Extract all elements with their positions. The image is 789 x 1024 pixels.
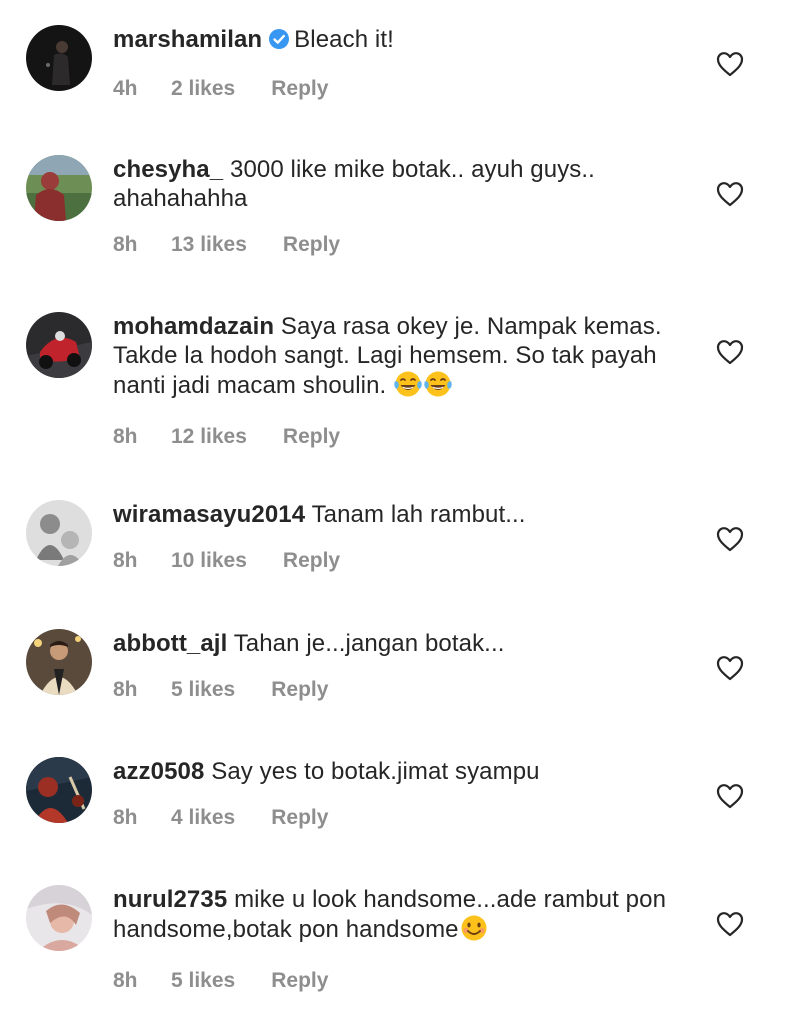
likes-count[interactable]: 2 likes: [171, 77, 235, 101]
comment-text: Tanam lah rambut...: [311, 501, 526, 528]
heart-icon[interactable]: [716, 911, 744, 937]
comment-list: marshamilan Bleach it! 4h 2 likes Reply che…: [0, 0, 789, 1024]
avatar[interactable]: [26, 885, 92, 951]
comment-username[interactable]: chesyha_: [113, 156, 223, 183]
comment-time: 4h: [113, 77, 138, 100]
comment-meta: 8h 12 likes Reply: [113, 425, 693, 451]
verified-badge-icon: [268, 28, 290, 57]
comment-meta: 8h 5 likes Reply: [113, 678, 693, 704]
comment-time: 8h: [113, 806, 138, 829]
comment-meta: 8h 4 likes Reply: [113, 806, 693, 832]
likes-count[interactable]: 12 likes: [171, 425, 247, 449]
comment-username[interactable]: nurul2735: [113, 886, 227, 913]
heart-icon[interactable]: [716, 339, 744, 365]
reply-button[interactable]: Reply: [283, 549, 340, 573]
comment-username[interactable]: abbott_ajl: [113, 630, 227, 657]
reply-button[interactable]: Reply: [271, 77, 328, 101]
laughing-tears-emoji: [423, 370, 453, 405]
heart-icon[interactable]: [716, 655, 744, 681]
heart-icon[interactable]: [716, 783, 744, 809]
comment-time: 8h: [113, 425, 138, 448]
likes-count[interactable]: 13 likes: [171, 233, 247, 257]
avatar[interactable]: [26, 312, 92, 378]
reply-button[interactable]: Reply: [271, 678, 328, 702]
comment-text: Tahan je...jangan botak...: [233, 630, 505, 657]
reply-button[interactable]: Reply: [271, 969, 328, 993]
likes-count[interactable]: 5 likes: [171, 678, 235, 702]
comment-meta: 4h 2 likes Reply: [113, 77, 693, 103]
comment-username[interactable]: azz0508: [113, 758, 204, 785]
reply-button[interactable]: Reply: [283, 233, 340, 257]
comment-username[interactable]: marshamilan: [113, 26, 262, 53]
likes-count[interactable]: 10 likes: [171, 549, 247, 573]
comment-text: Say yes to botak.jimat syampu: [211, 758, 540, 785]
reply-button[interactable]: Reply: [283, 425, 340, 449]
comment-time: 8h: [113, 969, 138, 992]
heart-icon[interactable]: [716, 181, 744, 207]
comment-meta: 8h 10 likes Reply: [113, 549, 693, 575]
avatar[interactable]: [26, 500, 92, 566]
avatar[interactable]: [26, 757, 92, 823]
likes-count[interactable]: 5 likes: [171, 969, 235, 993]
smiling-emoji: [459, 914, 489, 949]
comment-username[interactable]: mohamdazain: [113, 313, 274, 340]
comment-text: Bleach it!: [294, 26, 394, 53]
comment-meta: 8h 13 likes Reply: [113, 233, 693, 259]
avatar[interactable]: [26, 629, 92, 695]
comment-time: 8h: [113, 233, 138, 256]
heart-icon[interactable]: [716, 51, 744, 77]
comment-username[interactable]: wiramasayu2014: [113, 501, 305, 528]
reply-button[interactable]: Reply: [271, 806, 328, 830]
avatar[interactable]: [26, 155, 92, 221]
laughing-tears-emoji: [393, 370, 423, 405]
comment-meta: 8h 5 likes Reply: [113, 969, 693, 995]
comment-time: 8h: [113, 678, 138, 701]
heart-icon[interactable]: [716, 526, 744, 552]
comment-time: 8h: [113, 549, 138, 572]
avatar[interactable]: [26, 25, 92, 91]
likes-count[interactable]: 4 likes: [171, 806, 235, 830]
